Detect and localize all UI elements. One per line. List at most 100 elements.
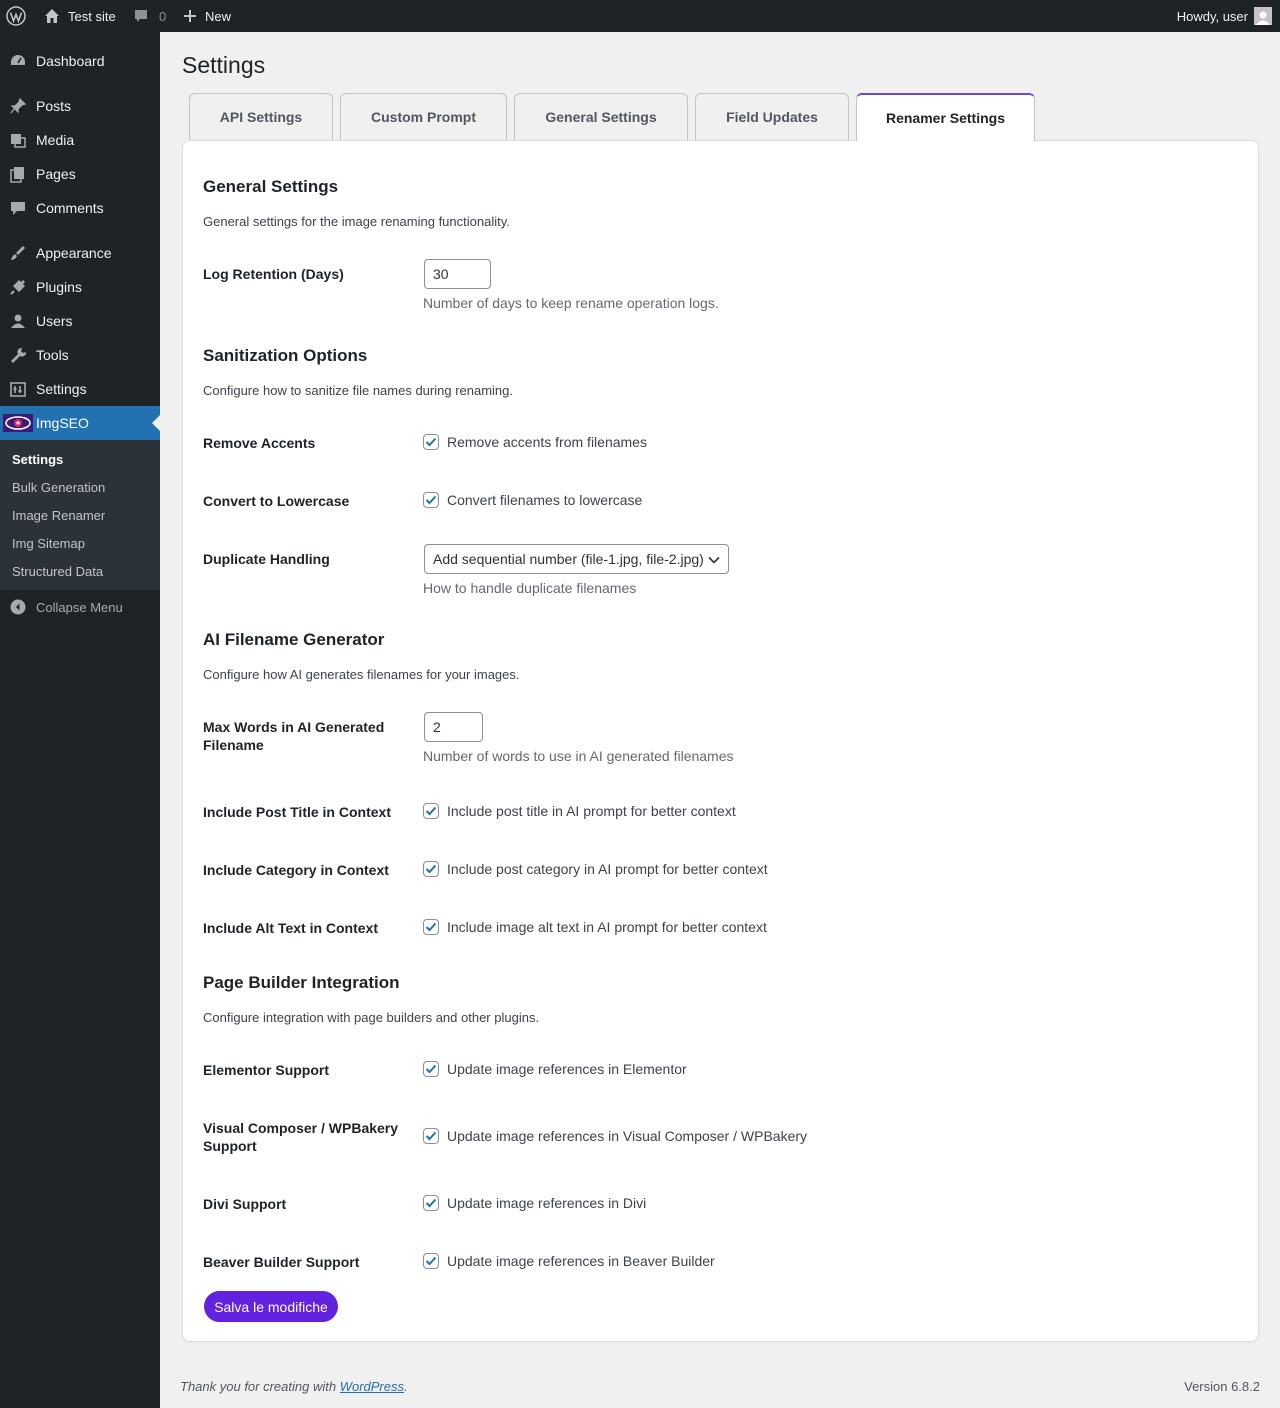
imgseo-submenu: Settings Bulk Generation Image Renamer I… bbox=[0, 440, 160, 590]
visual-composer-option: Update image references in Visual Compos… bbox=[423, 1128, 807, 1144]
sidebar-item-dashboard[interactable]: Dashboard bbox=[0, 44, 160, 78]
sidebar-item-comments[interactable]: Comments bbox=[0, 191, 160, 225]
sidebar-item-settings[interactable]: Settings bbox=[0, 372, 160, 406]
tab-general-settings[interactable]: General Settings bbox=[514, 93, 688, 140]
tab-custom-prompt[interactable]: Custom Prompt bbox=[340, 93, 507, 140]
alt-text-checkbox[interactable] bbox=[423, 919, 439, 935]
footer-version: Version 6.8.2 bbox=[1184, 1379, 1260, 1394]
lowercase-label: Convert to Lowercase bbox=[203, 493, 350, 509]
category-label: Include Category in Context bbox=[203, 862, 389, 878]
visual-composer-checkbox[interactable] bbox=[423, 1128, 439, 1144]
settings-icon bbox=[0, 380, 36, 398]
site-name-link[interactable]: Test site bbox=[44, 0, 116, 32]
collapse-menu-button[interactable]: Collapse Menu bbox=[0, 594, 123, 620]
new-label: New bbox=[205, 8, 232, 24]
page-title: Settings bbox=[182, 52, 266, 78]
plus-icon bbox=[183, 9, 197, 23]
remove-accents-label: Remove Accents bbox=[203, 435, 316, 451]
remove-accents-checkbox[interactable] bbox=[423, 434, 439, 450]
eye-logo-icon bbox=[0, 414, 36, 432]
section-title-general: General Settings bbox=[203, 177, 339, 196]
main-content: Settings API Settings Custom Prompt Gene… bbox=[160, 32, 1280, 1408]
chevron-down-icon bbox=[708, 551, 720, 567]
duplicate-handling-help: How to handle duplicate filenames bbox=[423, 580, 637, 596]
admin-sidebar: Dashboard Posts Media Pages Comments App… bbox=[0, 32, 160, 1408]
home-icon bbox=[44, 8, 60, 24]
new-content-link[interactable]: New bbox=[183, 0, 231, 32]
section-title-ai: AI Filename Generator bbox=[203, 630, 385, 649]
plugin-icon bbox=[0, 278, 36, 296]
footer-thanks: Thank you for creating with WordPress. bbox=[180, 1379, 408, 1394]
avatar bbox=[1254, 7, 1272, 25]
divi-checkbox[interactable] bbox=[423, 1195, 439, 1211]
log-retention-label: Log Retention (Days) bbox=[203, 266, 344, 282]
beaver-label: Beaver Builder Support bbox=[203, 1254, 360, 1270]
elementor-label: Elementor Support bbox=[203, 1062, 330, 1078]
post-title-label: Include Post Title in Context bbox=[203, 804, 391, 820]
tab-renamer-settings[interactable]: Renamer Settings bbox=[856, 93, 1035, 141]
wrench-icon bbox=[0, 346, 36, 364]
site-name: Test site bbox=[68, 8, 116, 24]
section-desc-builder: Configure integration with page builders… bbox=[203, 1010, 540, 1025]
sidebar-item-media[interactable]: Media bbox=[0, 123, 160, 157]
log-retention-input[interactable] bbox=[424, 259, 491, 289]
section-desc-general: General settings for the image renaming … bbox=[203, 214, 510, 229]
sidebar-item-imgseo[interactable]: ImgSEO bbox=[0, 406, 160, 440]
divi-option: Update image references in Divi bbox=[423, 1195, 646, 1211]
submenu-settings[interactable]: Settings bbox=[12, 452, 63, 467]
remove-accents-option: Remove accents from filenames bbox=[423, 434, 647, 450]
howdy-text: Howdy, user bbox=[1176, 8, 1248, 24]
visual-composer-label: Visual Composer / WPBakery Support bbox=[203, 1120, 399, 1154]
submenu-bulk-generation[interactable]: Bulk Generation bbox=[12, 480, 105, 495]
tab-field-updates[interactable]: Field Updates bbox=[695, 93, 849, 140]
section-title-builder: Page Builder Integration bbox=[203, 973, 400, 992]
sidebar-item-plugins[interactable]: Plugins bbox=[0, 270, 160, 304]
media-icon bbox=[0, 131, 36, 149]
submenu-structured-data[interactable]: Structured Data bbox=[12, 564, 103, 579]
sidebar-item-posts[interactable]: Posts bbox=[0, 89, 160, 123]
log-retention-help: Number of days to keep rename operation … bbox=[423, 295, 719, 311]
account-menu[interactable]: Howdy, user bbox=[1177, 0, 1272, 32]
sidebar-item-appearance[interactable]: Appearance bbox=[0, 236, 160, 270]
elementor-checkbox[interactable] bbox=[423, 1061, 439, 1077]
duplicate-handling-select[interactable]: Add sequential number (file-1.jpg, file-… bbox=[424, 544, 729, 574]
category-option: Include post category in AI prompt for b… bbox=[423, 861, 768, 877]
section-title-sanitization: Sanitization Options bbox=[203, 346, 368, 365]
brush-icon bbox=[0, 244, 36, 262]
section-desc-sanitization: Configure how to sanitize file names dur… bbox=[203, 383, 514, 398]
save-button[interactable]: Salva le modifiche bbox=[204, 1291, 338, 1322]
submenu-img-sitemap[interactable]: Img Sitemap bbox=[12, 536, 85, 551]
submenu-image-renamer[interactable]: Image Renamer bbox=[12, 508, 105, 523]
duplicate-handling-label: Duplicate Handling bbox=[203, 551, 330, 567]
elementor-option: Update image references in Elementor bbox=[423, 1061, 687, 1077]
category-checkbox[interactable] bbox=[423, 861, 439, 877]
comments-count: 0 bbox=[159, 8, 167, 24]
wordpress-logo-icon[interactable] bbox=[6, 0, 26, 32]
divi-label: Divi Support bbox=[203, 1196, 287, 1212]
comments-link[interactable]: 0 bbox=[133, 0, 166, 32]
pin-icon bbox=[0, 97, 36, 115]
alt-text-option: Include image alt text in AI prompt for … bbox=[423, 919, 767, 935]
sidebar-item-tools[interactable]: Tools bbox=[0, 338, 160, 372]
pages-icon bbox=[0, 165, 36, 183]
lowercase-option: Convert filenames to lowercase bbox=[423, 492, 642, 508]
post-title-option: Include post title in AI prompt for bett… bbox=[423, 803, 736, 819]
wordpress-link[interactable]: WordPress bbox=[340, 1379, 404, 1394]
collapse-icon bbox=[0, 599, 36, 615]
sidebar-item-users[interactable]: Users bbox=[0, 304, 160, 338]
lowercase-checkbox[interactable] bbox=[423, 492, 439, 508]
beaver-checkbox[interactable] bbox=[423, 1253, 439, 1269]
dashboard-icon bbox=[0, 52, 36, 70]
user-icon bbox=[0, 312, 36, 330]
tab-api-settings[interactable]: API Settings bbox=[189, 93, 333, 140]
max-words-input[interactable] bbox=[424, 712, 483, 742]
max-words-help: Number of words to use in AI generated f… bbox=[423, 748, 734, 764]
alt-text-label: Include Alt Text in Context bbox=[203, 920, 379, 936]
post-title-checkbox[interactable] bbox=[423, 803, 439, 819]
section-desc-ai: Configure how AI generates filenames for… bbox=[203, 667, 520, 682]
beaver-option: Update image references in Beaver Builde… bbox=[423, 1253, 715, 1269]
admin-bar: Test site 0 New Howdy, user bbox=[0, 0, 1280, 32]
max-words-label: Max Words in AI Generated Filename bbox=[203, 719, 385, 753]
settings-panel: General Settings General settings for th… bbox=[182, 140, 1259, 1342]
sidebar-item-pages[interactable]: Pages bbox=[0, 157, 160, 191]
